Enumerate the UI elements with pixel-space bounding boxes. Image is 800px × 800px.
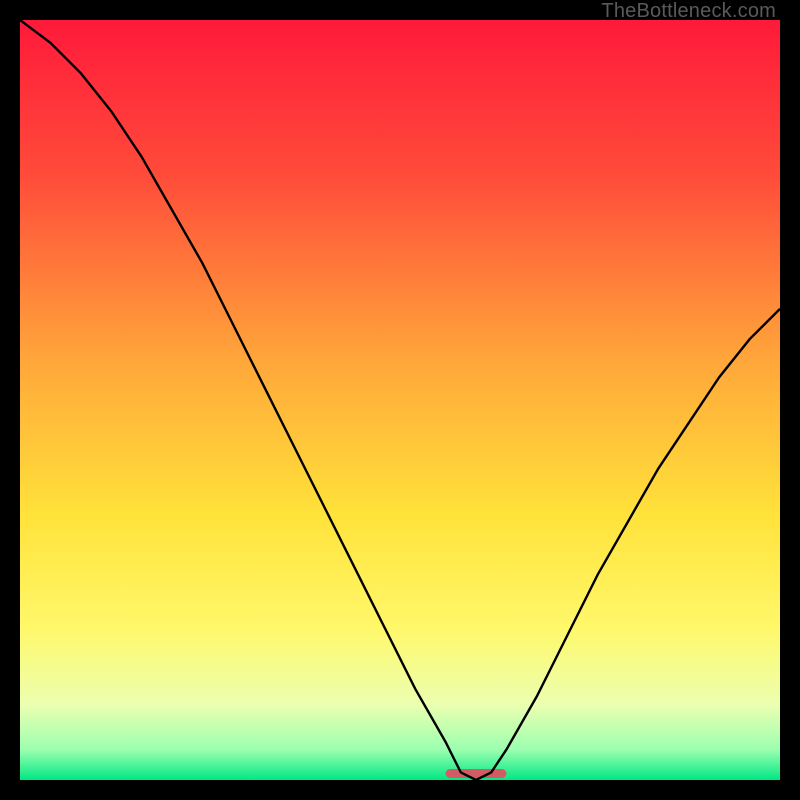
sweet-spot-marker	[446, 769, 507, 778]
gradient-background	[20, 20, 780, 780]
bottleneck-chart	[20, 20, 780, 780]
chart-frame	[0, 0, 800, 800]
watermark-text: TheBottleneck.com	[601, 0, 776, 23]
